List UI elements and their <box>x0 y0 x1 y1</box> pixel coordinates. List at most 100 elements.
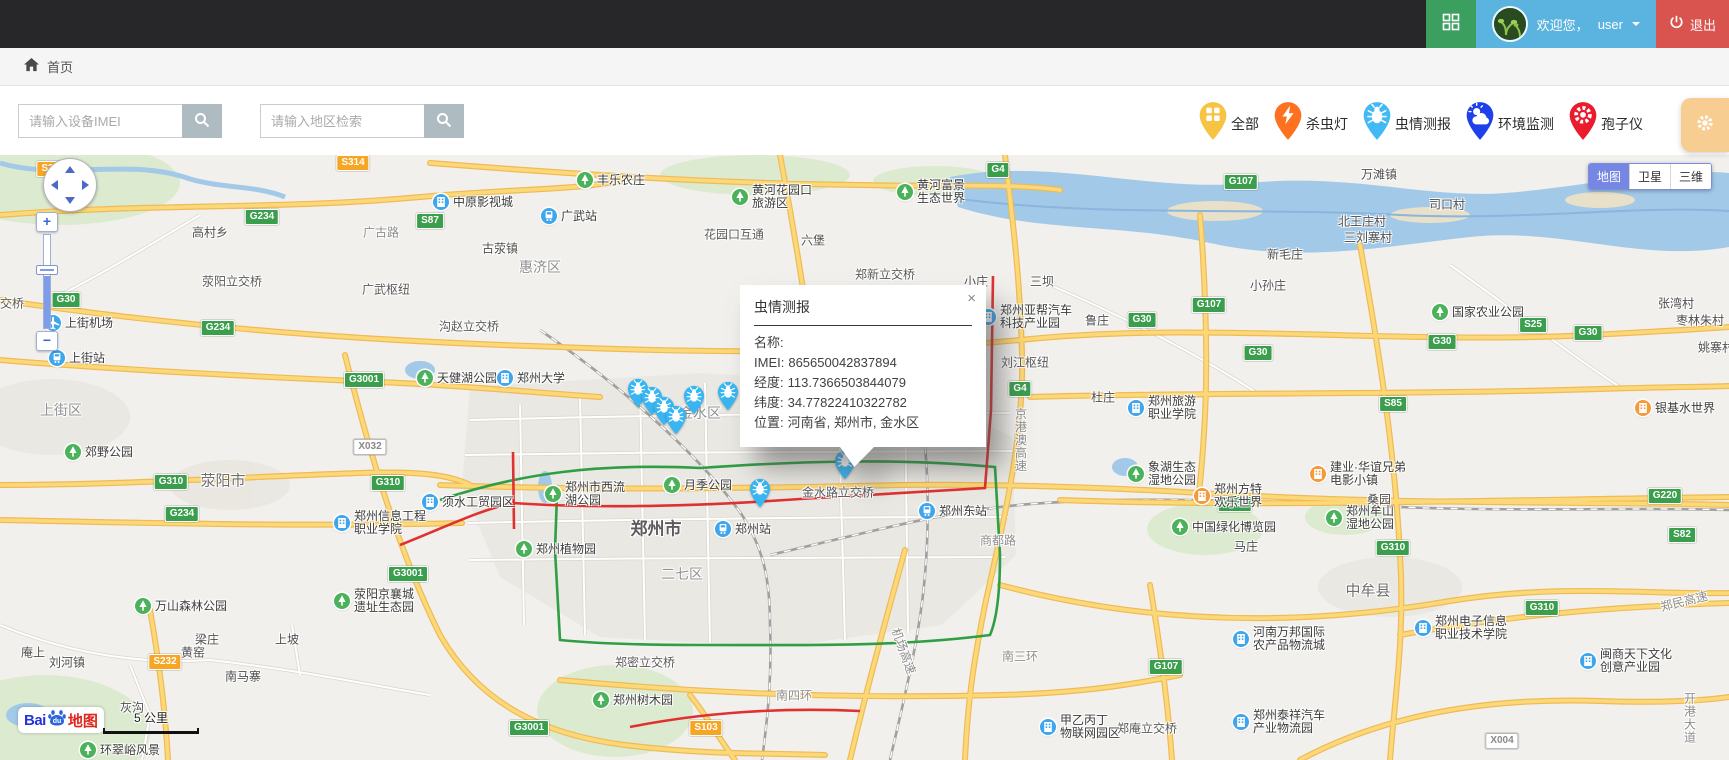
region-search-input[interactable] <box>260 104 424 138</box>
road-shield: G30 <box>1574 325 1603 341</box>
filter-pest-monitor[interactable]: 虫情测报 <box>1362 101 1453 141</box>
map-label: 新毛庄 <box>1267 246 1303 263</box>
breadcrumb-home[interactable]: 首页 <box>47 57 73 76</box>
map-label: 古荥镇 <box>482 240 518 257</box>
popup-field-value: 河南省, 郑州市, 金水区 <box>788 415 919 430</box>
popup-field-label: 位置: <box>754 415 784 430</box>
svg-text:du: du <box>53 718 62 725</box>
filter-spore-meter[interactable]: 孢子仪 <box>1568 101 1645 141</box>
map-poi: 甲乙丙丁物联网园区 <box>1040 714 1120 740</box>
map-label: 鲁庄 <box>1085 312 1109 329</box>
poi-icon <box>664 477 680 493</box>
home-icon <box>24 58 39 75</box>
poi-label: 丰乐农庄 <box>597 174 645 187</box>
apps-grid-button[interactable] <box>1426 0 1476 48</box>
map-label: 庵上 <box>21 644 45 661</box>
map-label: 京港澳高速 <box>1013 408 1030 473</box>
pan-left-icon[interactable] <box>51 180 58 190</box>
map-poi: 环翠峪风景 <box>80 742 160 758</box>
zoom-slider-handle[interactable] <box>36 265 58 275</box>
zoom-out-button[interactable] <box>36 331 58 351</box>
map-label: 南马寨 <box>225 668 261 685</box>
map-type-satellite[interactable]: 卫星 <box>1629 164 1670 189</box>
poi-icon <box>577 172 593 188</box>
map-poi: 中国绿化博览园 <box>1172 519 1276 535</box>
map-label: 杜庄 <box>1091 389 1115 406</box>
imei-search-input[interactable] <box>18 104 182 138</box>
filter-insect-lamp[interactable]: 杀虫灯 <box>1273 101 1350 141</box>
poi-icon <box>80 742 96 758</box>
region-search <box>260 104 464 138</box>
map-label: 广古路 <box>363 224 399 241</box>
map-poi: 郑州电子信息职业技术学院 <box>1415 615 1507 641</box>
baidu-logo[interactable]: Bai du 地图 <box>18 707 104 733</box>
map-poi: 上街机场 <box>45 315 113 331</box>
poi-icon <box>1128 400 1144 416</box>
poi-label: 荥阳京襄城遗址生态园 <box>354 588 414 614</box>
poi-label: 河南万邦国际农产品物流城 <box>1253 626 1325 652</box>
poi-label: 上街站 <box>69 352 105 365</box>
device-marker-pin[interactable] <box>717 381 739 411</box>
zoom-slider-fill <box>44 276 50 328</box>
map-label: 郑新立交桥 <box>855 266 915 283</box>
map-label: 郑庵立交桥 <box>1117 720 1177 737</box>
map-label: 枣林朱村 <box>1676 312 1724 329</box>
popup-field-label: 经度: <box>754 375 784 390</box>
poi-icon <box>65 444 81 460</box>
map-poi: 广武站 <box>541 208 597 224</box>
poi-label: 郑州市西流湖公园 <box>565 481 625 507</box>
filter-env-monitor[interactable]: 环境监测 <box>1465 101 1556 141</box>
map-type-2d[interactable]: 地图 <box>1589 164 1629 189</box>
map-label: 北王庄村 <box>1338 213 1386 230</box>
grid-icon <box>1442 13 1460 36</box>
road-shield: G30 <box>1128 312 1157 328</box>
device-marker-pin[interactable] <box>749 478 771 508</box>
poi-label: 广武站 <box>561 210 597 223</box>
poi-icon <box>417 370 433 386</box>
user-menu[interactable]: 欢迎您， user <box>1476 0 1656 48</box>
map-label: 桑园 <box>1367 491 1391 508</box>
poi-label: 郑州东站 <box>939 505 987 518</box>
road-shield: S85 <box>1379 396 1407 412</box>
imei-search-button[interactable] <box>182 104 222 138</box>
map-label: 开港大道 <box>1682 692 1699 744</box>
road-shield: G4 <box>986 162 1009 178</box>
poi-icon <box>1326 510 1342 526</box>
logout-button[interactable]: 退出 <box>1656 0 1729 48</box>
map-label: 郑密立交桥 <box>615 654 675 671</box>
poi-icon <box>545 486 561 502</box>
pan-up-icon[interactable] <box>65 166 75 173</box>
pan-right-icon[interactable] <box>82 180 89 190</box>
settings-panel-toggle[interactable] <box>1681 98 1729 152</box>
pan-down-icon[interactable] <box>65 197 75 204</box>
filter-all[interactable]: 全部 <box>1198 101 1261 141</box>
scale-bar <box>103 728 199 734</box>
map-poi: 荥阳京襄城遗址生态园 <box>334 588 414 614</box>
poi-icon <box>433 194 449 210</box>
baidu-logo-map: 地图 <box>68 710 98 731</box>
zoom-slider-track[interactable] <box>43 234 51 329</box>
scale-label: 5 公里 <box>103 709 199 726</box>
poi-label: 郑州信息工程职业学院 <box>354 510 426 536</box>
road-shield: G220 <box>1218 496 1252 512</box>
region-search-button[interactable] <box>424 104 464 138</box>
device-marker-pin[interactable] <box>683 385 705 415</box>
poi-label: 郑州牟山湿地公园 <box>1346 505 1394 531</box>
poi-icon <box>1432 304 1448 320</box>
zoom-in-button[interactable] <box>36 212 58 232</box>
road-shield: G3001 <box>388 566 428 582</box>
poi-label: 郑州方特欢乐世界 <box>1214 483 1262 509</box>
map-label: 张湾村 <box>1658 295 1694 312</box>
road-shield: G234 <box>245 209 279 225</box>
poi-label: 建业·华谊兄弟电影小镇 <box>1330 461 1406 487</box>
popup-field-value: 34.77822410322782 <box>788 395 907 410</box>
map-label: 万滩镇 <box>1361 166 1397 183</box>
road-shield: G107 <box>1149 659 1183 675</box>
road-shield: S87 <box>416 213 444 229</box>
map-canvas[interactable]: 郑州市惠济区金水区二七区上街区荥阳市中牟县荥阳立交桥广武枢纽沟赵立交桥花园口互通… <box>0 155 1729 760</box>
map-scale: 5 公里 <box>103 709 199 734</box>
map-type-3d[interactable]: 三维 <box>1670 164 1711 189</box>
map-label: 南三环 <box>1002 648 1038 665</box>
close-icon[interactable]: × <box>967 291 976 306</box>
map-pan-control[interactable] <box>43 158 97 212</box>
